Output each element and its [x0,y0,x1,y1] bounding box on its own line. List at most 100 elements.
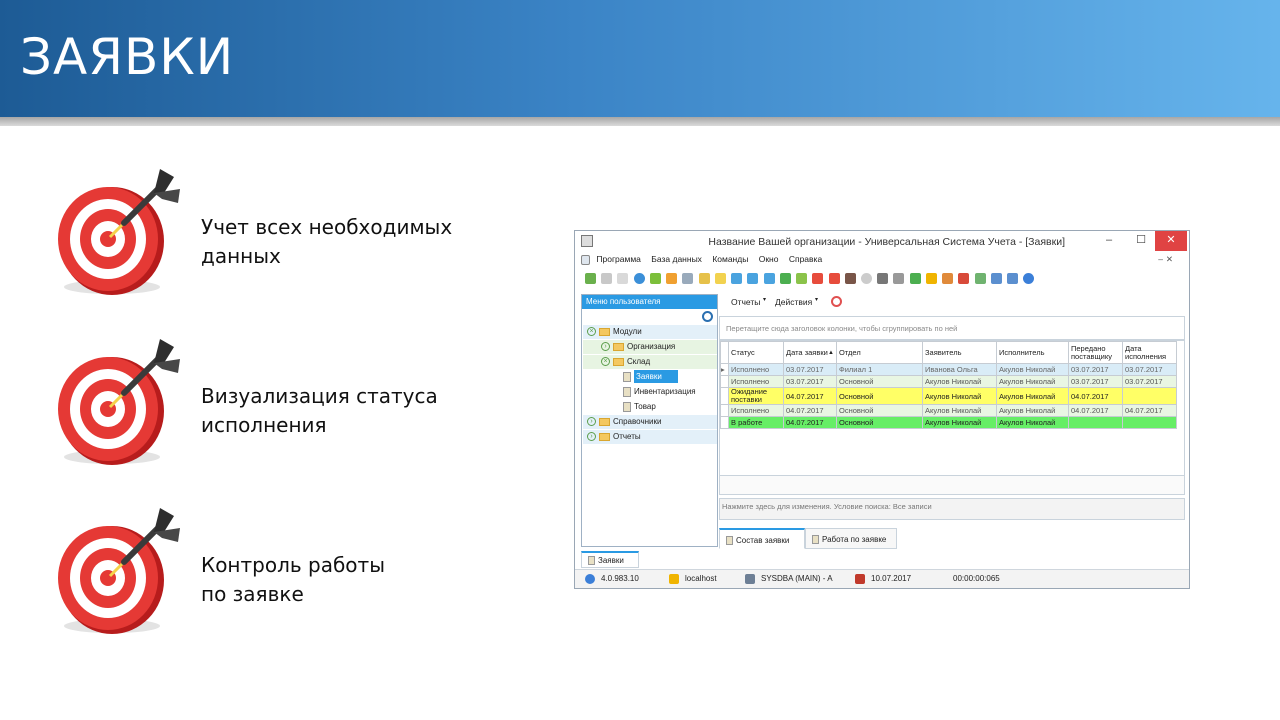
column-header[interactable]: Отдел [836,341,923,364]
share-icon[interactable] [1007,273,1019,284]
close-window-icon[interactable] [828,273,840,284]
table-cell[interactable]: В работе [728,416,784,429]
key-icon[interactable] [958,273,970,284]
tree-item-Инвентаризация[interactable]: Инвентаризация [615,385,696,399]
table-row[interactable]: ▸ Исполнено 03.07.2017 Филиал 1 Иванова Ольг… [720,363,1177,376]
table-cell[interactable] [1122,387,1177,405]
table-row[interactable]: Исполнено 04.07.2017 Основной Акулов Никола… [720,404,1177,417]
table-cell[interactable]: 03.07.2017 [1122,375,1177,388]
column-header[interactable]: Дата заявки ▲ [783,341,837,364]
expand-icon[interactable]: › [587,432,596,442]
menu-program[interactable]: Программа [596,254,641,264]
table-cell[interactable] [1068,416,1123,429]
table-cell[interactable]: 04.07.2017 [1068,404,1123,417]
reports-dropdown[interactable]: Отчеты [731,297,760,307]
tree-item-Товар[interactable]: Товар [615,400,656,414]
doc-tab-requests[interactable]: Заявки [581,551,639,568]
info-icon[interactable] [1023,273,1035,284]
search-icon[interactable] [702,311,713,322]
table-cell[interactable]: 03.07.2017 [783,375,837,388]
tree-item-Заявки[interactable]: Заявки [615,370,678,384]
mdi-close-button[interactable]: ✕ [1166,254,1173,265]
column-header[interactable]: Дата исполнения [1122,341,1177,364]
collapse-icon[interactable]: × [601,357,610,367]
save-icon[interactable] [585,273,596,284]
table-cell[interactable]: Акулов Николай [996,404,1069,417]
print-icon[interactable] [990,273,1002,284]
column-header[interactable]: Исполнитель [996,341,1069,364]
table-cell[interactable]: 04.07.2017 [1068,387,1123,405]
menu-help[interactable]: Справка [789,254,822,264]
export-icon[interactable] [779,273,791,284]
folder-icon[interactable] [714,273,726,284]
lock-icon[interactable] [925,273,937,284]
cancel-icon[interactable] [831,296,842,307]
table-cell[interactable]: Акулов Николай [922,416,997,429]
expand-icon[interactable]: › [601,342,610,352]
add-icon[interactable] [698,273,710,284]
table-row[interactable]: Исполнено 03.07.2017 Основной Акулов Никола… [720,375,1177,388]
table-cell[interactable]: 03.07.2017 [1068,363,1123,376]
maximize-button[interactable]: ☐ [1125,231,1157,251]
menu-database[interactable]: База данных [651,254,702,264]
users-icon[interactable] [942,273,954,284]
filter-icon[interactable] [666,273,678,284]
close-button[interactable]: ✕ [1155,231,1187,251]
table-cell[interactable]: Акулов Николай [996,375,1069,388]
table-cell[interactable]: Ожидание поставки [728,387,784,405]
table-cell[interactable]: 03.07.2017 [783,363,837,376]
table-cell[interactable]: Акулов Николай [996,363,1069,376]
table-cell[interactable]: Исполнено [728,404,784,417]
settings-icon[interactable] [893,273,905,284]
table-cell[interactable]: Акулов Николай [996,416,1069,429]
table-cell[interactable] [1122,416,1177,429]
image-icon[interactable] [909,273,921,284]
paste-icon[interactable] [617,273,629,284]
calendar-icon[interactable] [974,273,986,284]
table-cell[interactable]: Акулов Николай [922,387,997,405]
refresh-icon[interactable] [649,273,661,284]
tree-item-Справочники[interactable]: › Справочники [587,415,661,429]
table-cell[interactable]: Основной [836,387,923,405]
filter-bar[interactable]: Нажмите здесь для изменения. Условие пои… [719,498,1185,520]
tree-item-Отчеты[interactable]: › Отчеты [587,430,641,444]
menu-window[interactable]: Окно [759,254,779,264]
table-cell[interactable]: Основной [836,404,923,417]
arrow-up-icon[interactable] [731,273,743,284]
table-cell[interactable]: Основной [836,375,923,388]
table-cell[interactable]: 04.07.2017 [783,387,837,405]
actions-dropdown[interactable]: Действия [775,297,812,307]
collapse-icon[interactable]: × [587,327,596,337]
minimize-button[interactable]: – [1093,231,1125,251]
collapse-icon[interactable] [763,273,775,284]
table-cell[interactable]: 03.07.2017 [1122,363,1177,376]
column-header[interactable]: Передано поставщику [1068,341,1123,364]
import-icon[interactable] [796,273,808,284]
tab-request-work[interactable]: Работа по заявке [805,528,897,549]
expand-icon[interactable]: › [587,417,596,427]
table-cell[interactable]: Основной [836,416,923,429]
table-cell[interactable]: Акулов Николай [922,375,997,388]
table-cell[interactable]: Акулов Николай [996,387,1069,405]
table-cell[interactable]: 04.07.2017 [783,416,837,429]
chart-icon[interactable] [844,273,856,284]
table-cell[interactable]: Акулов Николай [922,404,997,417]
table-cell[interactable]: Иванова Ольга [922,363,997,376]
search-icon[interactable] [633,273,645,284]
group-by-hint[interactable]: Перетащите сюда заголовок колонки, чтобы… [719,316,1185,340]
mdi-minimize-button[interactable]: – [1158,254,1163,264]
table-row[interactable]: В работе 04.07.2017 Основной Акулов Николай… [720,416,1177,429]
table-cell[interactable]: 03.07.2017 [1068,375,1123,388]
tree-item-Модули[interactable]: × Модули [587,325,642,339]
cancel-icon[interactable] [860,273,872,284]
tools-icon[interactable] [877,273,889,284]
column-header[interactable]: Статус [728,341,784,364]
tree-item-Организация[interactable]: › Организация [601,340,675,354]
table-cell[interactable]: Филиал 1 [836,363,923,376]
table-cell[interactable]: Исполнено [728,363,784,376]
new-window-icon[interactable] [812,273,824,284]
table-cell[interactable]: Исполнено [728,375,784,388]
link-icon[interactable] [682,273,694,284]
table-cell[interactable]: 04.07.2017 [783,404,837,417]
tree-item-Склад[interactable]: × Склад [601,355,650,369]
